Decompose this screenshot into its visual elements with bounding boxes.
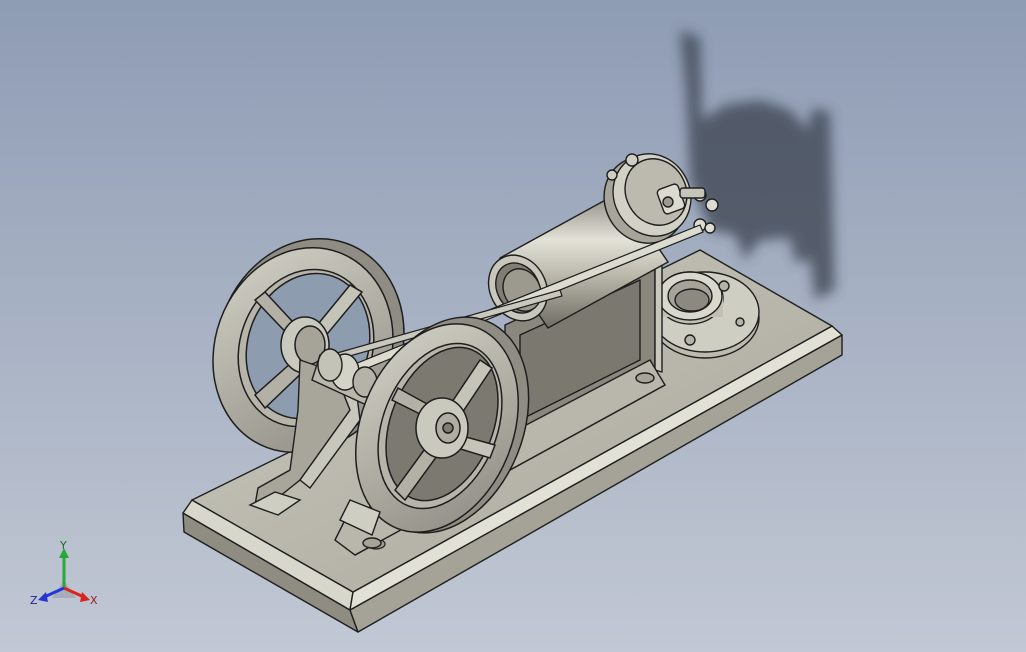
y-axis	[59, 548, 69, 588]
z-axis-label: Z	[30, 594, 38, 607]
x-axis-label: X	[90, 594, 98, 607]
graphics-viewport[interactable]: Y X Z	[0, 0, 1026, 652]
y-axis-label: Y	[59, 540, 67, 552]
model-view[interactable]	[0, 0, 1026, 652]
orientation-triad[interactable]: Y X Z	[28, 540, 106, 612]
bearing-flange	[650, 271, 760, 359]
